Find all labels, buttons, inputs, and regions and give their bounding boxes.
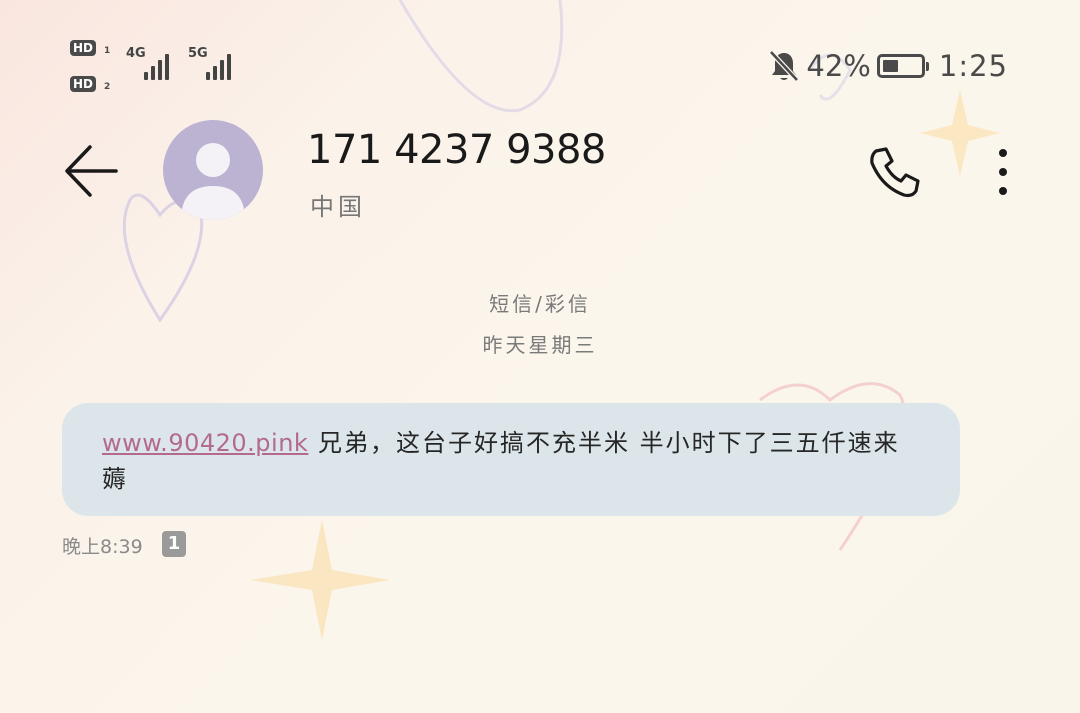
status-time: 1:25	[938, 49, 1008, 83]
back-button[interactable]	[62, 143, 122, 199]
status-bar: HD 1 HD 2 4G 5G 42% 1:25	[0, 0, 1080, 110]
more-vertical-icon	[999, 149, 1007, 195]
call-button[interactable]	[866, 143, 924, 201]
contact-region: 中国	[310, 193, 366, 221]
mute-bell-icon	[769, 50, 800, 82]
battery-percent: 42%	[806, 49, 871, 83]
right-status: 42% 1:25	[768, 48, 1008, 84]
more-options-button[interactable]	[988, 143, 1018, 201]
message-body: www.90420.pink 兄弟，这台子好搞不充半米 半小时下了三五仟速来薅	[102, 425, 922, 497]
hd-badge-1: HD	[70, 40, 97, 56]
phone-icon	[870, 147, 920, 198]
back-arrow-icon	[65, 145, 118, 197]
network-4g-label: 4G	[126, 46, 146, 61]
avatar[interactable]	[163, 120, 263, 220]
thread-date: 昨天星期三	[482, 333, 598, 357]
signal-icon-2	[206, 52, 231, 80]
hd-badge-2: HD	[70, 76, 97, 92]
hd-sim-2: 2	[104, 82, 111, 92]
avatar-icon	[181, 143, 245, 220]
message-bubble[interactable]: www.90420.pink 兄弟，这台子好搞不充半米 半小时下了三五仟速来薅	[62, 403, 960, 516]
signal-group: HD 1 HD 2 4G 5G	[70, 38, 250, 98]
battery-icon	[876, 54, 929, 78]
message-link[interactable]: www.90420.pink	[102, 429, 308, 457]
hd-sim-1: 1	[104, 46, 111, 56]
conversation-header: 171 4237 9388 中国	[0, 115, 1080, 225]
message-time: 晚上8:39	[62, 536, 143, 558]
sim-badge: 1	[162, 531, 186, 557]
thread-channel: 短信/彩信	[489, 292, 591, 316]
signal-icon	[144, 52, 169, 80]
network-5g-label: 5G	[188, 46, 208, 61]
contact-number: 171 4237 9388	[307, 127, 606, 173]
